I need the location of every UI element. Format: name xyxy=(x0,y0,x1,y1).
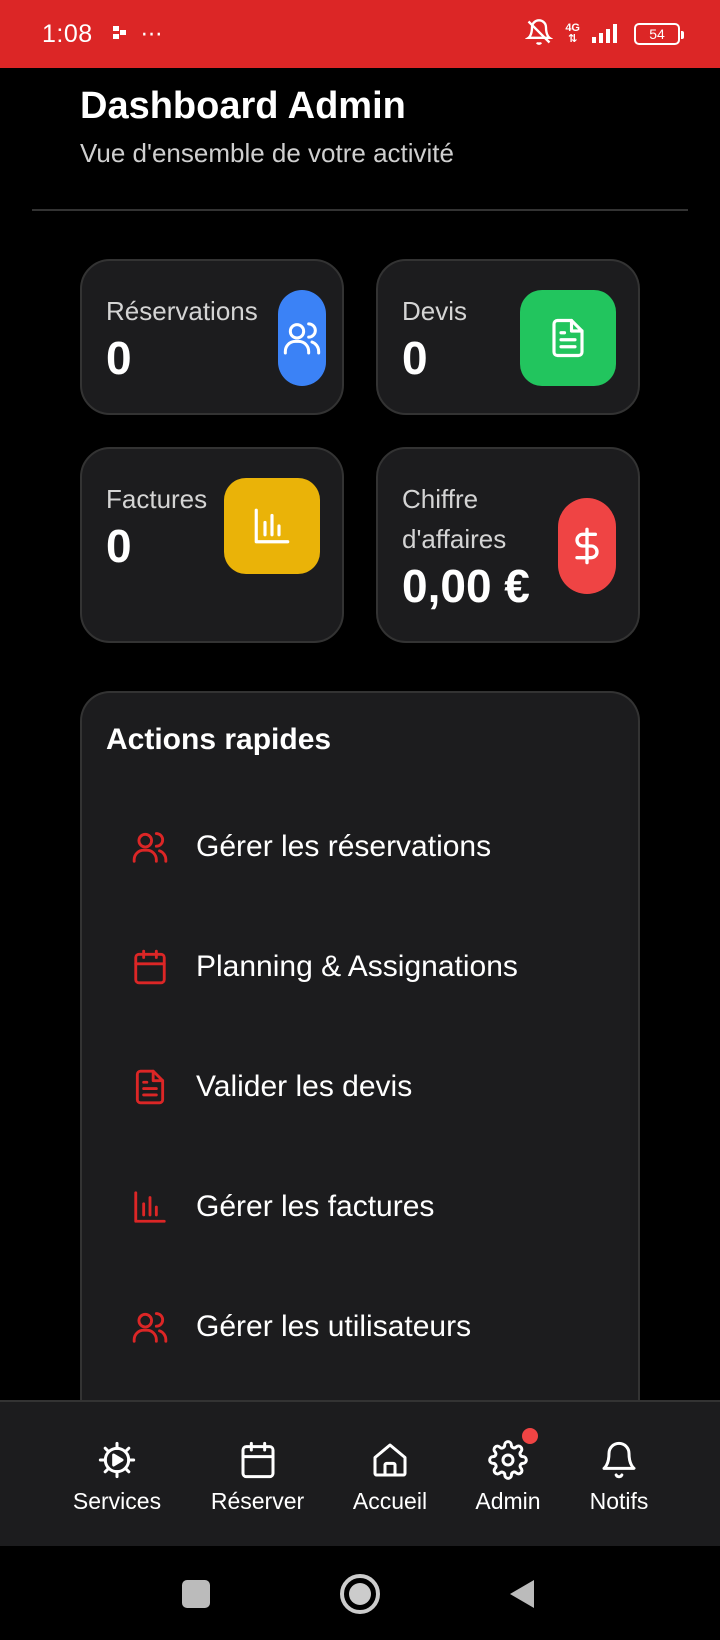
more-notifications-icon: ⋯ xyxy=(140,21,163,46)
nav-label: Admin xyxy=(475,1488,541,1514)
system-nav-bar xyxy=(0,1546,720,1640)
bar-chart-icon xyxy=(130,1187,170,1227)
stat-value: 0 xyxy=(106,520,132,572)
status-time: 1:08 xyxy=(42,19,93,48)
stat-card-chiffre-affaires[interactable]: Chiffre d'affaires 0,00 € xyxy=(376,447,640,643)
stat-label: Réservations xyxy=(106,296,258,326)
action-label: Planning & Assignations xyxy=(196,950,518,983)
stat-label: Devis xyxy=(402,296,468,326)
action-planning[interactable]: Planning & Assignations xyxy=(130,937,518,997)
quick-actions-panel: Actions rapides Gérer les réservations P… xyxy=(80,691,640,1411)
stat-card-reservations[interactable]: Réservations 0 xyxy=(80,259,344,415)
action-manage-invoices[interactable]: Gérer les factures xyxy=(130,1177,434,1237)
recent-apps-button[interactable] xyxy=(182,1580,210,1608)
action-label: Valider les devis xyxy=(196,1070,413,1103)
nav-notifs[interactable]: Notifs xyxy=(574,1438,664,1515)
action-manage-reservations[interactable]: Gérer les réservations xyxy=(130,817,491,877)
nav-label: Notifs xyxy=(589,1488,649,1514)
calendar-icon xyxy=(130,947,170,987)
action-validate-quotes[interactable]: Valider les devis xyxy=(130,1057,412,1117)
stat-label: Chiffre d'affaires xyxy=(402,484,507,554)
stat-value: 0 xyxy=(402,332,428,384)
network-type: 4G ⇅ xyxy=(565,22,580,45)
header-divider xyxy=(32,209,688,211)
users-icon xyxy=(130,827,170,867)
data-arrows-icon: ⇅ xyxy=(568,33,578,45)
nav-services[interactable]: Services xyxy=(62,1438,172,1515)
nav-admin[interactable]: Admin xyxy=(460,1428,556,1515)
stat-value: 0,00 € xyxy=(402,560,530,612)
nav-accueil[interactable]: Accueil xyxy=(340,1438,440,1515)
stat-value: 0 xyxy=(106,332,132,384)
stat-card-devis[interactable]: Devis 0 xyxy=(376,259,640,415)
back-button[interactable] xyxy=(508,1578,536,1615)
stat-label: Factures xyxy=(106,484,208,514)
stat-card-factures[interactable]: Factures 0 xyxy=(80,447,344,643)
action-manage-users[interactable]: Gérer les utilisateurs xyxy=(130,1297,471,1357)
users-icon xyxy=(278,290,326,386)
notification-dot xyxy=(522,1428,538,1444)
signal-icon xyxy=(592,21,622,48)
document-icon xyxy=(520,290,616,386)
home-icon xyxy=(368,1438,412,1482)
document-icon xyxy=(130,1067,170,1107)
battery-indicator: 54 xyxy=(634,23,684,45)
page-header: Dashboard Admin Vue d'ensemble de votre … xyxy=(80,85,454,169)
cast-icon xyxy=(111,21,129,47)
quick-actions-title: Actions rapides xyxy=(106,723,332,756)
action-label: Gérer les réservations xyxy=(196,830,492,863)
services-icon xyxy=(95,1438,139,1482)
bell-icon xyxy=(597,1438,641,1482)
nav-label: Services xyxy=(72,1488,162,1514)
muted-bell-icon xyxy=(524,18,554,51)
nav-label: Réserver xyxy=(210,1488,305,1514)
calendar-icon xyxy=(236,1438,280,1482)
bar-chart-icon xyxy=(224,478,320,574)
gear-icon xyxy=(486,1428,538,1482)
home-button-dot xyxy=(349,1583,371,1605)
status-bar: 1:08 ⋯ 4G ⇅ 54 xyxy=(0,0,720,68)
nav-reserver[interactable]: Réserver xyxy=(200,1438,315,1515)
nav-label: Accueil xyxy=(352,1488,428,1514)
dollar-icon xyxy=(558,498,616,594)
home-button[interactable] xyxy=(340,1574,380,1614)
action-label: Gérer les factures xyxy=(196,1190,435,1223)
page-title: Dashboard Admin xyxy=(80,85,406,127)
bottom-nav: Services Réserver Accueil Admin Notifs xyxy=(0,1400,720,1546)
page-subtitle: Vue d'ensemble de votre activité xyxy=(80,138,454,168)
action-label: Gérer les utilisateurs xyxy=(196,1310,472,1343)
users-icon xyxy=(130,1307,170,1347)
